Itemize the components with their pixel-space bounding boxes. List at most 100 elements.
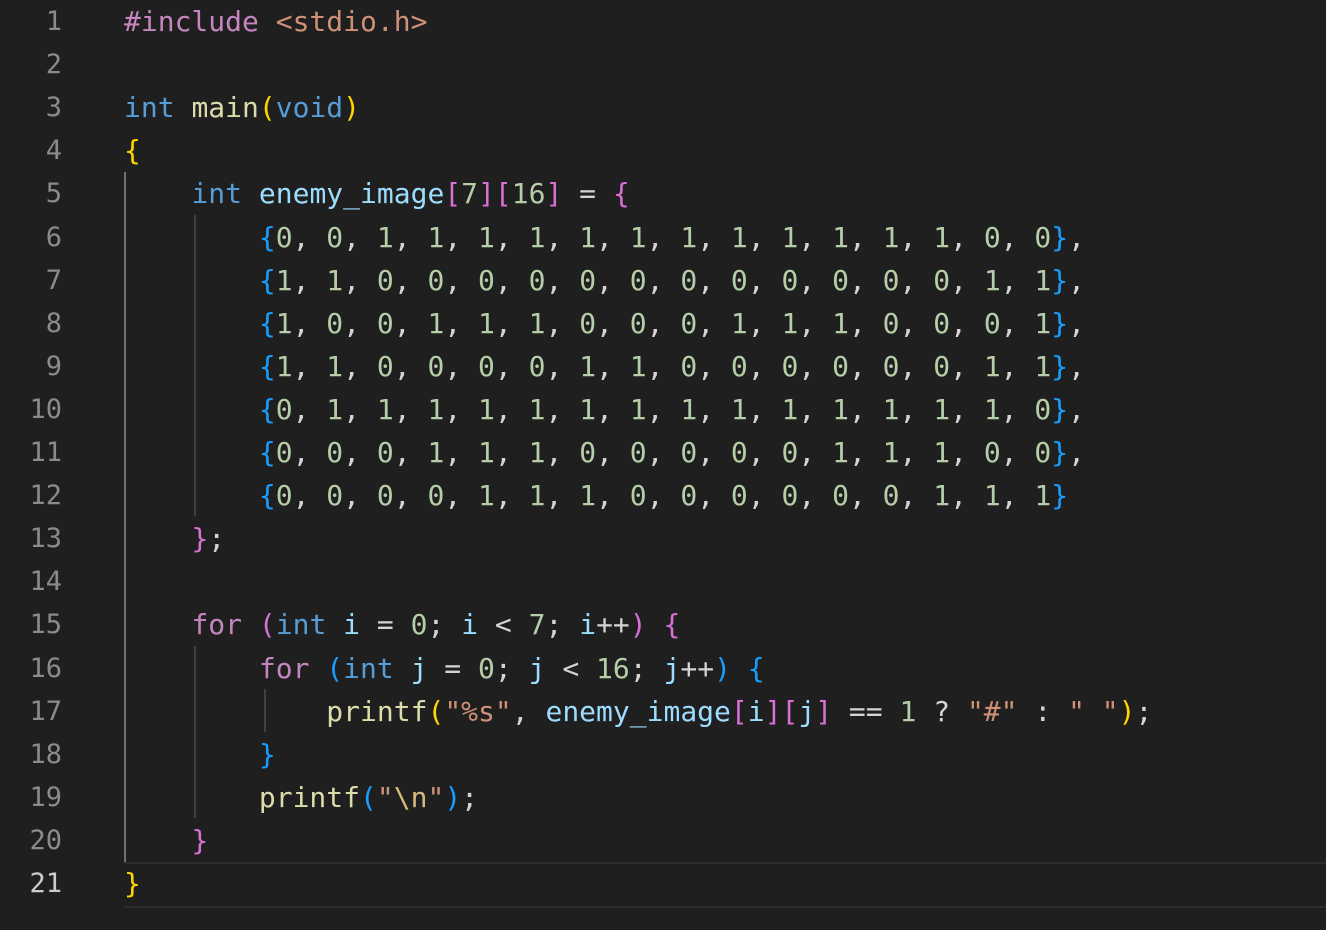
code-token: 0 (730, 436, 748, 469)
code-token: " (427, 780, 445, 814)
code-line[interactable]: 18 } (0, 733, 1326, 776)
code-token: 0 (983, 436, 1001, 469)
code-token: 0 (832, 349, 849, 383)
code-line[interactable]: 21} (0, 862, 1326, 905)
code-token: , (444, 479, 479, 513)
code-token: 1 (832, 220, 849, 254)
code-token: 0 (326, 479, 344, 513)
code-line[interactable]: 16 for (int j = 0; j < 16; j++) { (0, 647, 1326, 690)
code-token: , (545, 306, 580, 340)
code-line[interactable]: 17 printf("%s", enemy_image[i][j] == 1 ?… (0, 690, 1326, 733)
code-line[interactable]: 4{ (0, 129, 1326, 172)
code-token: , (899, 263, 934, 297)
code-token: 0 (427, 263, 445, 297)
code-token: 1 (933, 479, 951, 513)
code-line[interactable]: 15 for (int i = 0; i < 7; i++) { (0, 603, 1326, 646)
code-token: , (545, 392, 580, 426)
code-line[interactable]: 11 {0, 0, 0, 1, 1, 1, 0, 0, 0, 0, 0, 1, … (0, 431, 1326, 474)
code-token: , (596, 392, 630, 426)
code-token: , (646, 263, 681, 297)
code-token: = (360, 608, 411, 642)
code-line[interactable]: 20 } (0, 819, 1326, 862)
code-token: { (258, 349, 276, 383)
code-token: 0 (376, 306, 394, 340)
code-text: {0, 0, 0, 1, 1, 1, 0, 0, 0, 0, 0, 1, 1, … (124, 431, 1085, 474)
code-editor[interactable]: 1 #include <stdio.h> 2 3 int main(void) 4{5 i… (0, 0, 1326, 930)
code-token: : (1017, 694, 1069, 728)
code-line[interactable]: 7 {1, 1, 0, 0, 0, 0, 0, 0, 0, 0, 0, 0, 0… (0, 259, 1326, 302)
code-token: , (646, 392, 681, 426)
code-line[interactable]: 13 }; (0, 517, 1326, 560)
code-line[interactable]: 12 {0, 0, 0, 0, 1, 1, 1, 0, 0, 0, 0, 0, … (0, 474, 1326, 517)
code-line[interactable]: 1 #include <stdio.h> (0, 0, 1326, 43)
code-token: , (1068, 436, 1085, 469)
code-line[interactable]: 6 {0, 0, 1, 1, 1, 1, 1, 1, 1, 1, 1, 1, 1… (0, 216, 1326, 259)
code-token: 0 (730, 349, 748, 383)
code-token: , (798, 479, 833, 513)
code-text: printf("\n"); (124, 776, 478, 819)
code-token: , (950, 436, 984, 469)
code-token: 0 (478, 263, 495, 297)
code-token: { (258, 263, 276, 297)
code-token: { (612, 177, 630, 211)
code-token: , (1000, 349, 1035, 383)
code-token: 0 (680, 479, 698, 513)
code-text: {1, 0, 0, 1, 1, 1, 0, 0, 0, 1, 1, 1, 0, … (124, 302, 1085, 345)
code-token: , (343, 479, 377, 513)
code-token: , (899, 306, 934, 340)
code-line[interactable]: 8 {1, 0, 0, 1, 1, 1, 0, 0, 0, 1, 1, 1, 0… (0, 302, 1326, 345)
code-token: , (697, 436, 731, 469)
code-token: , (292, 263, 327, 297)
code-line[interactable]: 2 (0, 43, 1326, 86)
code-token: 0 (376, 349, 394, 383)
code-token: 1 (528, 479, 546, 513)
code-token: 1 (478, 306, 495, 340)
code-token: 0 (629, 263, 647, 297)
code-line[interactable]: 5 int enemy_image[7][16] = { (0, 172, 1326, 215)
code-token: 0 (478, 349, 495, 383)
code-token: , (494, 220, 529, 254)
code-line[interactable]: 3 int main(void) (0, 86, 1326, 129)
code-line[interactable]: 14 (0, 560, 1326, 603)
code-token: { (258, 220, 276, 254)
code-token: , (393, 349, 428, 383)
code-token: , (899, 392, 934, 426)
code-token: 0 (680, 263, 698, 297)
code-token: { (663, 608, 681, 642)
line-number: 21 (29, 868, 62, 899)
code-token: printf (326, 694, 428, 728)
code-text: } (124, 862, 141, 905)
code-token: , (646, 349, 681, 383)
code-token: 0 (579, 436, 597, 469)
code-token: ( (258, 91, 276, 125)
code-token: } (1051, 220, 1069, 254)
code-token: , (292, 349, 327, 383)
code-token: 0 (882, 349, 900, 383)
code-token: , (747, 392, 782, 426)
code-text: }; (124, 517, 225, 560)
code-token: 1 (528, 306, 546, 340)
code-line[interactable]: 19 printf("\n"); (0, 776, 1326, 819)
code-line[interactable]: 9 {1, 1, 0, 0, 0, 0, 1, 1, 0, 0, 0, 0, 0… (0, 345, 1326, 388)
code-line[interactable]: 10 {0, 1, 1, 1, 1, 1, 1, 1, 1, 1, 1, 1, … (0, 388, 1326, 431)
code-token: , (950, 349, 984, 383)
code-token: "%s" (444, 694, 512, 728)
code-text: for (int i = 0; i < 7; i++) { (124, 603, 680, 646)
code-token: 1 (781, 392, 799, 426)
code-token: 1 (781, 306, 799, 340)
code-token: enemy_image (258, 177, 445, 211)
code-token: main (191, 91, 259, 125)
code-token: [ (730, 694, 748, 728)
code-token: 1 (730, 306, 748, 340)
code-token: 7 (528, 608, 546, 642)
code-token: , (646, 436, 681, 469)
code-token: , (697, 479, 731, 513)
code-token: for (191, 608, 243, 642)
code-token: i (343, 608, 361, 642)
code-token: 1 (427, 392, 445, 426)
code-token: } (1051, 263, 1069, 297)
